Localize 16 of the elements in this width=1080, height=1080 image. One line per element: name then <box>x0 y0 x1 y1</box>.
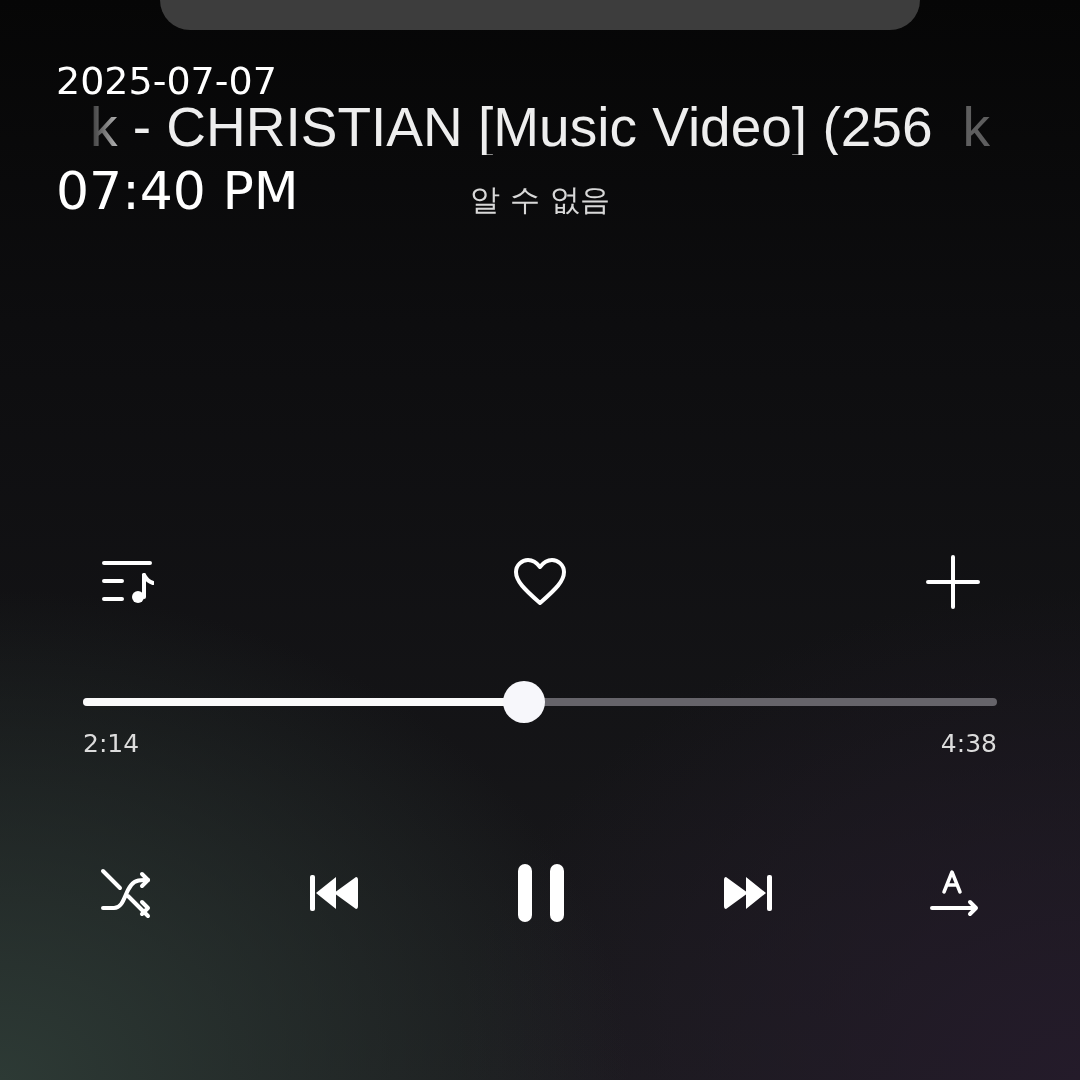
progress-thumb[interactable] <box>502 681 545 723</box>
pause-button[interactable] <box>516 862 566 924</box>
elapsed-time: 2:14 <box>83 729 140 758</box>
like-button[interactable] <box>512 557 568 607</box>
translate-button[interactable] <box>930 868 980 918</box>
timestamp-time: 07:40 PM <box>56 164 299 217</box>
timestamp-date: 2025-07-07 <box>56 64 277 99</box>
add-button[interactable] <box>926 555 980 609</box>
total-time: 4:38 <box>940 729 997 758</box>
next-button[interactable] <box>722 873 774 913</box>
shuffle-button[interactable] <box>100 866 152 920</box>
progress-slider[interactable] <box>83 681 997 723</box>
song-title-repeat: k <box>962 100 991 155</box>
artist-name: 알 수 없음 <box>470 185 610 215</box>
song-title: k - CHRISTIAN [Music Video] (256 <box>89 100 933 155</box>
previous-button[interactable] <box>308 873 360 913</box>
